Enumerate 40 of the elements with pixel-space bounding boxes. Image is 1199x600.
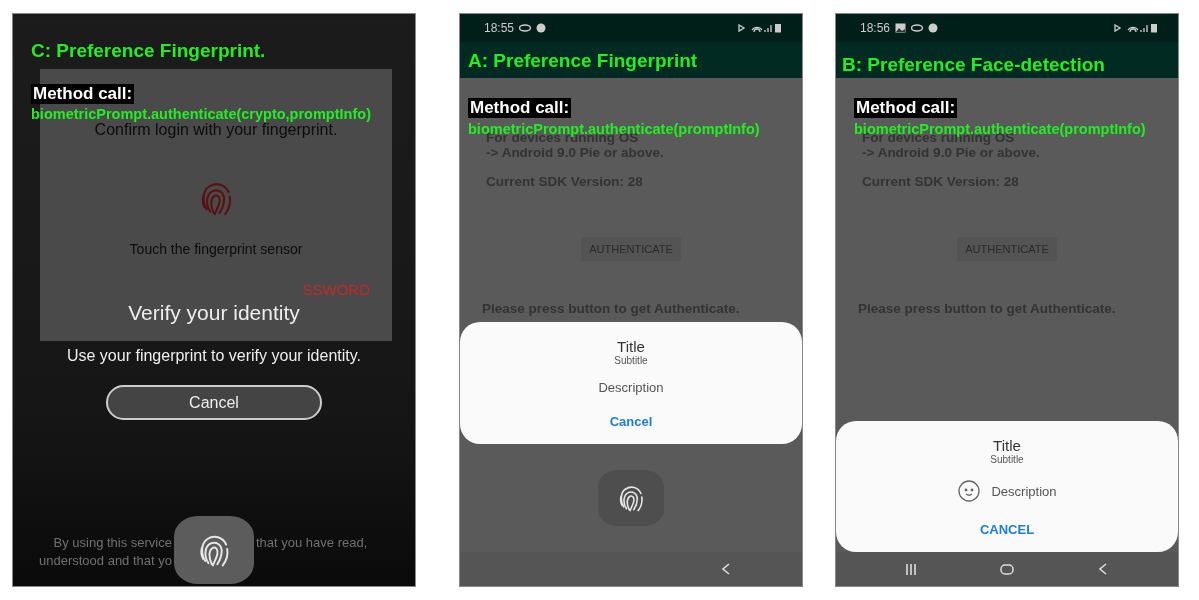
- method-call-label: Method call:: [468, 98, 572, 118]
- dialog-title: Title: [993, 437, 1021, 454]
- face-icon: [957, 479, 982, 503]
- eye-icon: [911, 24, 924, 32]
- sensor-hint: Touch the fingerprint sensor: [129, 241, 303, 257]
- eye-icon: [519, 24, 532, 32]
- password-button-fragment: SSWORD: [302, 281, 370, 298]
- dialog-subtitle: Subtitle: [990, 454, 1024, 465]
- back-icon[interactable]: [1099, 563, 1107, 575]
- home-icon[interactable]: [1000, 563, 1014, 575]
- legal-text: understood and that yo: [38, 553, 172, 568]
- method-call-code: biometricPrompt.authenticate(crypto,promptInfo): [31, 106, 371, 122]
- cancel-button[interactable]: Cancel: [106, 385, 322, 420]
- fingerprint-sensor-button[interactable]: [174, 516, 254, 584]
- annotation-heading: C: Preference Fingerprint.: [31, 40, 266, 62]
- status-time: 18:56: [860, 21, 891, 35]
- annotation-heading: A: Preference Fingerprint: [468, 50, 698, 72]
- chat-icon: [928, 23, 939, 33]
- prompt-message: Use your fingerprint to verify your identity.: [65, 347, 362, 365]
- prompt-title: Verify your identity: [127, 301, 301, 325]
- image-icon: [895, 23, 907, 33]
- dialog-description: Description: [991, 483, 1057, 499]
- chat-icon: [536, 23, 547, 33]
- legal-text: that you have read,: [256, 535, 369, 550]
- fingerprint-sensor-button[interactable]: [598, 469, 664, 527]
- dialog-description: Description: [598, 380, 664, 395]
- method-call-label: Method call:: [854, 98, 958, 118]
- annotation-heading: B: Preference Face-detection: [842, 54, 1105, 76]
- dialog-subtitle: Subtitle: [614, 355, 648, 366]
- legal-text: By using this service: [52, 535, 172, 550]
- cancel-button[interactable]: Cancel: [603, 413, 659, 430]
- dialog-title: Title: [617, 338, 645, 355]
- method-call-label: Method call:: [31, 84, 135, 104]
- cancel-button[interactable]: CANCEL: [973, 521, 1041, 538]
- recents-icon[interactable]: [905, 563, 917, 575]
- signal-icons: [738, 23, 782, 33]
- card-text: Confirm login with your fingerprint.: [94, 121, 338, 139]
- signal-icons: [1114, 23, 1158, 33]
- status-time: 18:55: [484, 21, 515, 35]
- back-icon[interactable]: [722, 563, 730, 575]
